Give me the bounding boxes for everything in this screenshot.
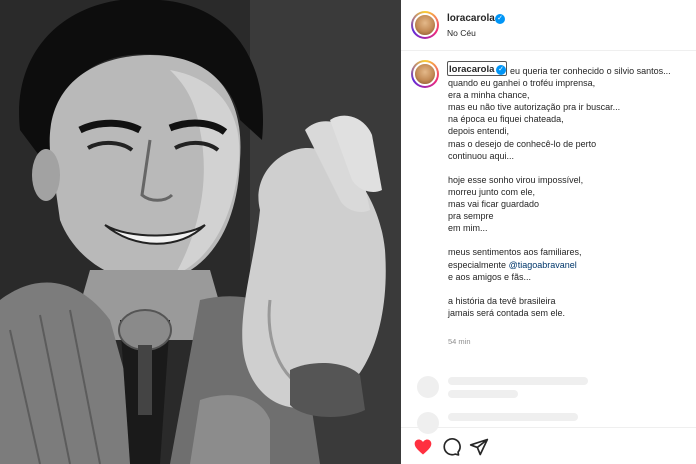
avatar[interactable] bbox=[411, 11, 439, 39]
post-details-panel: loracarola ✓ No Céu loracarola ✓ eu quer… bbox=[401, 0, 696, 464]
caption-line: jamais será contada sem ele. bbox=[448, 307, 566, 318]
caption-line: depois entendi, bbox=[448, 126, 510, 137]
caption-line: morreu junto com ele, bbox=[448, 186, 536, 197]
caption-line: a história da tevê brasileira bbox=[448, 295, 556, 306]
post-photo[interactable] bbox=[0, 0, 401, 464]
comment-icon[interactable] bbox=[441, 437, 461, 457]
comment-placeholder-line bbox=[448, 413, 578, 421]
comment-placeholder-line bbox=[448, 377, 588, 385]
comment-placeholder-avatar bbox=[417, 376, 439, 398]
verified-badge-icon: ✓ bbox=[495, 14, 505, 24]
mention-link[interactable]: @tiagoabravanel bbox=[509, 260, 577, 270]
comment-placeholder-line bbox=[448, 390, 518, 398]
caption-line: meus sentimentos aos familiares, bbox=[448, 247, 582, 258]
post-header: loracarola ✓ No Céu bbox=[401, 0, 696, 51]
post-timestamp[interactable]: 54 min bbox=[448, 337, 471, 346]
caption-line: era a minha chance, bbox=[448, 90, 530, 101]
caption-line: e aos amigos e fãs... bbox=[448, 271, 532, 282]
caption-line: em mim... bbox=[448, 223, 488, 234]
post-caption: eu queria ter conhecido o silvio santos.… bbox=[448, 65, 688, 319]
caption-text: especialmente bbox=[448, 259, 507, 270]
caption-line: continuou aqui... bbox=[448, 150, 515, 161]
caption-line: mas eu não tive autorização pra ir busca… bbox=[448, 102, 621, 113]
post-location[interactable]: No Céu bbox=[447, 28, 476, 38]
caption-line: especialmente @tiagoabravanel bbox=[448, 259, 688, 271]
post-actions-bar bbox=[401, 427, 696, 464]
post-photo-illustration bbox=[0, 0, 401, 464]
caption-line: mas o desejo de conhecê-lo de perto bbox=[448, 138, 597, 149]
caption-line: mas vai ficar guardado bbox=[448, 199, 540, 210]
share-icon[interactable] bbox=[469, 437, 489, 457]
caption-avatar[interactable] bbox=[411, 60, 439, 88]
caption-line: quando eu ganhei o troféu imprensa, bbox=[448, 78, 596, 89]
heart-icon[interactable] bbox=[413, 437, 433, 457]
header-username[interactable]: loracarola bbox=[447, 13, 495, 24]
caption-line: eu queria ter conhecido o silvio santos.… bbox=[510, 66, 671, 76]
caption-line: na época eu fiquei chateada, bbox=[448, 114, 564, 125]
caption-line: pra sempre bbox=[448, 211, 494, 222]
caption-line: hoje esse sonho virou impossível, bbox=[448, 174, 584, 185]
